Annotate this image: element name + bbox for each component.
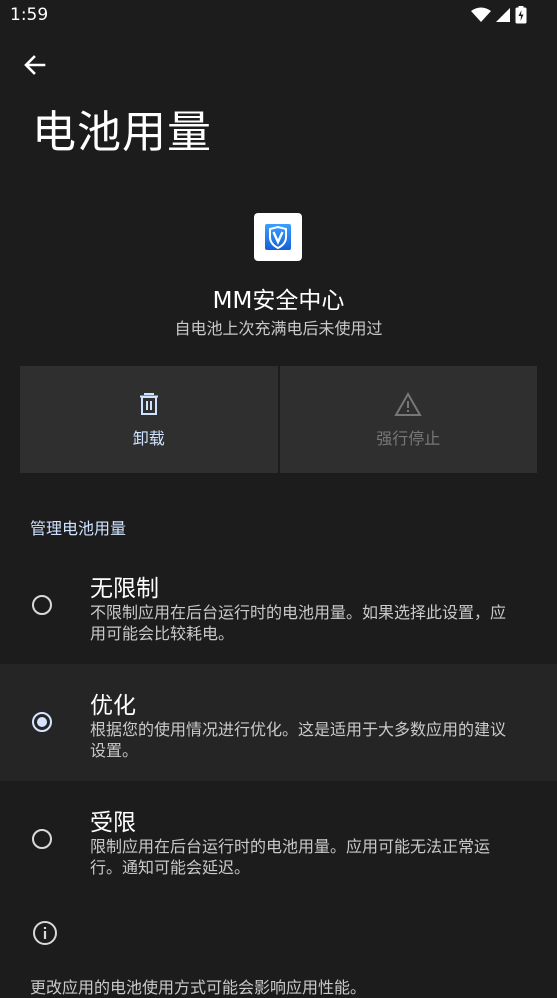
option-description: 不限制应用在后台运行时的电池用量。如果选择此设置，应用可能会比较耗电。 <box>90 603 507 643</box>
signal-icon <box>496 8 510 22</box>
uninstall-label: 卸载 <box>132 428 165 448</box>
status-icons <box>471 6 527 24</box>
battery-icon <box>515 6 527 24</box>
option-title: 无限制 <box>90 576 159 602</box>
footer-text: 更改应用的电池使用方式可能会影响应用性能。 <box>30 978 367 997</box>
app-subtitle: 自电池上次充满电后未使用过 <box>174 319 383 338</box>
radio-optimized[interactable] <box>32 712 52 732</box>
back-button[interactable] <box>20 50 50 80</box>
action-row: 卸载 强行停止 <box>20 366 537 473</box>
shield-v-icon <box>265 224 291 250</box>
option-description: 根据您的使用情况进行优化。这是适用于大多数应用的建议设置。 <box>90 720 507 760</box>
option-unrestricted[interactable]: 无限制 不限制应用在后台运行时的电池用量。如果选择此设置，应用可能会比较耗电。 <box>0 547 557 664</box>
option-optimized[interactable]: 优化 根据您的使用情况进行优化。这是适用于大多数应用的建议设置。 <box>0 664 557 781</box>
status-bar: 1:59 <box>0 0 557 30</box>
option-description: 限制应用在后台运行时的电池用量。应用可能无法正常运行。通知可能会延迟。 <box>90 837 491 877</box>
wifi-icon <box>471 7 491 22</box>
info-icon <box>32 920 58 946</box>
section-header: 管理电池用量 <box>30 519 127 538</box>
uninstall-button[interactable]: 卸载 <box>20 366 278 473</box>
app-name: MM安全中心 <box>212 288 345 314</box>
option-title: 受限 <box>90 810 136 836</box>
warning-icon <box>394 391 422 416</box>
arrow-back-icon <box>24 55 46 75</box>
force-stop-label: 强行停止 <box>376 428 441 448</box>
radio-restricted[interactable] <box>32 829 52 849</box>
app-icon <box>254 213 302 261</box>
force-stop-button[interactable]: 强行停止 <box>279 366 537 473</box>
trash-icon <box>139 392 158 415</box>
page-title: 电池用量 <box>32 107 212 158</box>
radio-unrestricted[interactable] <box>32 595 52 615</box>
option-title: 优化 <box>90 693 136 719</box>
info-circle-icon <box>33 921 57 945</box>
option-restricted[interactable]: 受限 限制应用在后台运行时的电池用量。应用可能无法正常运行。通知可能会延迟。 <box>0 781 557 898</box>
status-time: 1:59 <box>10 5 49 25</box>
